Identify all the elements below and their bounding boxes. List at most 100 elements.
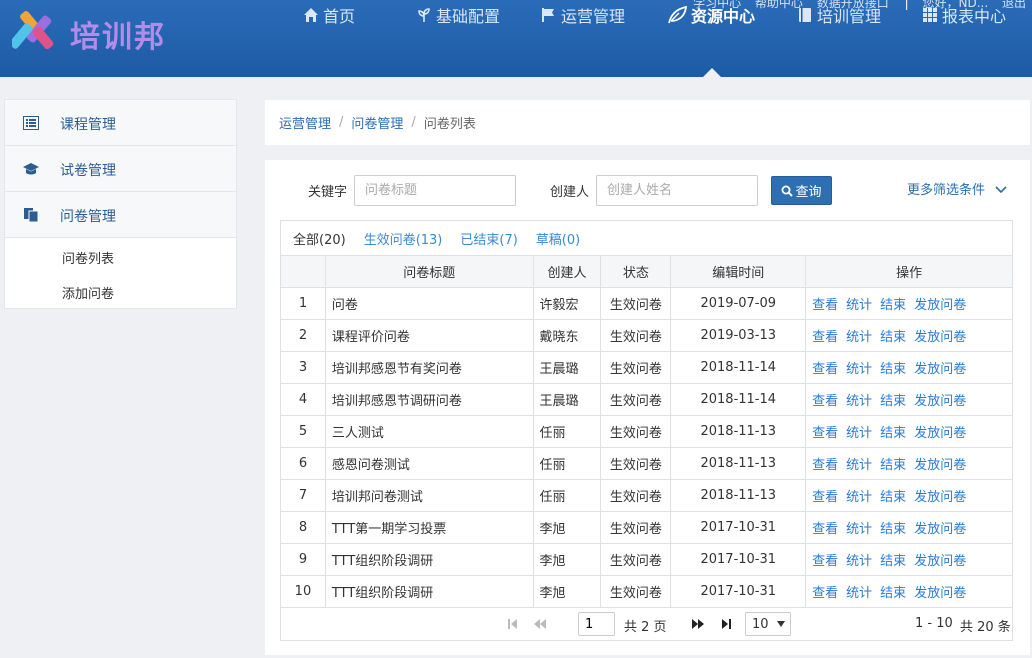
sidebar-item-surveys[interactable]: 问卷管理: [5, 192, 236, 238]
sidebar-item-exams[interactable]: 试卷管理: [5, 146, 236, 192]
breadcrumb-survey-management[interactable]: 问卷管理: [351, 113, 403, 132]
row-actions: 查看 统计 结束 发放问卷: [805, 447, 1013, 480]
tab-all[interactable]: 全部(20): [293, 229, 346, 248]
last-page-icon[interactable]: [719, 617, 733, 631]
first-page-icon[interactable]: [506, 617, 520, 631]
page-size-select[interactable]: 10: [745, 612, 791, 636]
leaf-icon: [668, 6, 687, 24]
distribute-link[interactable]: 发放问卷: [914, 458, 966, 473]
row-actions: 查看 统计 结束 发放问卷: [805, 351, 1013, 384]
creator-name: 李旭: [532, 575, 602, 608]
stats-link[interactable]: 统计: [846, 330, 872, 345]
next-page-icon[interactable]: [691, 617, 705, 631]
stats-link[interactable]: 统计: [846, 426, 872, 441]
page-number-input[interactable]: [578, 612, 615, 636]
keyword-input[interactable]: [354, 175, 516, 206]
stats-link[interactable]: 统计: [846, 490, 872, 505]
grid-icon: [923, 8, 937, 22]
distribute-link[interactable]: 发放问卷: [914, 586, 966, 601]
end-link[interactable]: 结束: [880, 362, 906, 377]
creator-input[interactable]: [596, 175, 758, 206]
tab-ended[interactable]: 已结束(7): [460, 229, 517, 248]
nav-operations[interactable]: 运营管理: [541, 0, 625, 30]
sidebar-subitem-add-survey[interactable]: 添加问卷: [62, 283, 114, 302]
distribute-link[interactable]: 发放问卷: [914, 522, 966, 537]
end-link[interactable]: 结束: [880, 458, 906, 473]
sidebar-item-courses[interactable]: 课程管理: [5, 100, 236, 146]
distribute-link[interactable]: 发放问卷: [914, 330, 966, 345]
distribute-link[interactable]: 发放问卷: [914, 394, 966, 409]
view-link[interactable]: 查看: [812, 394, 838, 409]
creator-name: 王晨璐: [532, 351, 602, 384]
tab-active[interactable]: 生效问卷(13): [364, 229, 443, 248]
creator-name: 李旭: [532, 543, 602, 576]
logo[interactable]: 培训邦: [12, 8, 192, 58]
end-link[interactable]: 结束: [880, 426, 906, 441]
view-link[interactable]: 查看: [812, 554, 838, 569]
graduation-cap-icon: [23, 163, 39, 175]
view-link[interactable]: 查看: [812, 490, 838, 505]
stats-link[interactable]: 统计: [846, 362, 872, 377]
creator-name: 任丽: [532, 415, 602, 448]
end-link[interactable]: 结束: [880, 554, 906, 569]
row-actions: 查看 统计 结束 发放问卷: [805, 319, 1013, 352]
col-header-edit-time: 编辑时间: [670, 255, 807, 288]
nav-basic-config[interactable]: 基础配置: [416, 0, 500, 30]
end-link[interactable]: 结束: [880, 586, 906, 601]
edit-time: 2017-10-31: [670, 543, 807, 576]
nav-home[interactable]: 首页: [303, 0, 355, 30]
row-actions: 查看 统计 结束 发放问卷: [805, 383, 1013, 416]
stats-link[interactable]: 统计: [846, 554, 872, 569]
stats-link[interactable]: 统计: [846, 586, 872, 601]
row-index: 2: [280, 319, 326, 352]
survey-title: 培训邦感恩节调研问卷: [324, 383, 534, 416]
distribute-link[interactable]: 发放问卷: [914, 490, 966, 505]
query-button-label: 查询: [795, 185, 822, 200]
more-filters-toggle[interactable]: 更多筛选条件: [907, 179, 1007, 198]
search-icon: [781, 185, 794, 197]
row-actions: 查看 统计 结束 发放问卷: [805, 543, 1013, 576]
view-link[interactable]: 查看: [812, 586, 838, 601]
status-tabs: 全部(20) 生效问卷(13) 已结束(7) 草稿(0): [280, 220, 1013, 255]
view-link[interactable]: 查看: [812, 426, 838, 441]
row-index: 6: [280, 447, 326, 480]
tab-draft[interactable]: 草稿(0): [536, 229, 580, 248]
view-link[interactable]: 查看: [812, 298, 838, 313]
view-link[interactable]: 查看: [812, 330, 838, 345]
nav-training[interactable]: 培训管理: [797, 0, 881, 30]
nav-label: 报表中心: [942, 7, 1007, 26]
stats-link[interactable]: 统计: [846, 298, 872, 313]
col-header-index: [280, 255, 326, 288]
view-link[interactable]: 查看: [812, 458, 838, 473]
distribute-link[interactable]: 发放问卷: [914, 362, 966, 377]
end-link[interactable]: 结束: [880, 298, 906, 313]
row-actions: 查看 统计 结束 发放问卷: [805, 575, 1013, 608]
status-text: 生效问卷: [600, 415, 672, 448]
view-link[interactable]: 查看: [812, 362, 838, 377]
nav-resource-center[interactable]: 资源中心: [667, 0, 755, 30]
view-link[interactable]: 查看: [812, 522, 838, 537]
stats-link[interactable]: 统计: [846, 394, 872, 409]
breadcrumb-operations[interactable]: 运营管理: [279, 113, 331, 132]
query-button[interactable]: 查询: [771, 176, 832, 205]
edit-time: 2018-11-14: [670, 351, 807, 384]
end-link[interactable]: 结束: [880, 394, 906, 409]
row-index: 10: [280, 575, 326, 608]
end-link[interactable]: 结束: [880, 490, 906, 505]
distribute-link[interactable]: 发放问卷: [914, 426, 966, 441]
prev-page-icon[interactable]: [533, 617, 547, 631]
distribute-link[interactable]: 发放问卷: [914, 554, 966, 569]
end-link[interactable]: 结束: [880, 330, 906, 345]
stats-link[interactable]: 统计: [846, 522, 872, 537]
stats-link[interactable]: 统计: [846, 458, 872, 473]
end-link[interactable]: 结束: [880, 522, 906, 537]
sidebar-subitem-survey-list[interactable]: 问卷列表: [62, 248, 114, 267]
survey-title: TTT组织阶段调研: [324, 543, 534, 576]
link-help-center[interactable]: 帮助中心: [755, 0, 803, 10]
edit-time: 2019-03-13: [670, 319, 807, 352]
breadcrumb-separator: /: [339, 115, 344, 130]
home-icon: [304, 8, 318, 22]
nav-reports[interactable]: 报表中心: [922, 0, 1006, 30]
col-header-title: 问卷标题: [324, 255, 534, 288]
distribute-link[interactable]: 发放问卷: [914, 298, 966, 313]
